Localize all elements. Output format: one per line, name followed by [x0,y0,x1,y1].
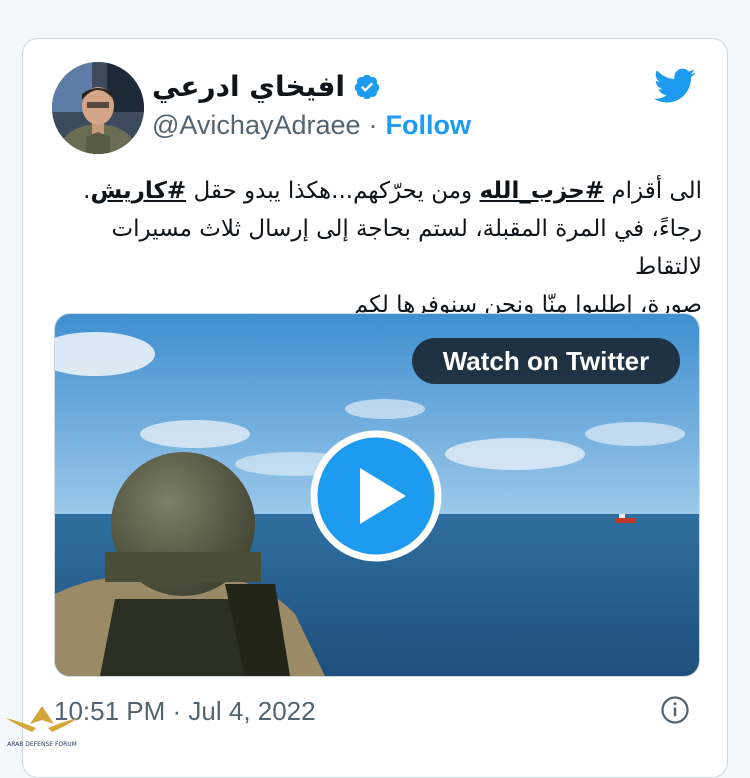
tweet-timestamp[interactable]: 10:51 PM · Jul 4, 2022 [54,696,316,727]
tweet-text-segment: ومن يحرّكهم...هكذا يبدو حقل [186,178,480,204]
author-handle[interactable]: @AvichayAdraee [152,110,361,141]
separator-dot: · [368,110,378,140]
tweet-text-segment: الى أقزام [604,178,702,204]
watch-on-twitter-button[interactable]: Watch on Twitter [412,338,680,384]
avatar-photo [52,62,144,154]
tweet-text: الى أقزام #حزب_الله ومن يحرّكهم...هكذا ي… [48,172,702,324]
twitter-bird-icon[interactable] [654,68,696,104]
info-icon[interactable] [660,695,690,725]
verified-badge-icon [354,74,380,99]
play-button-icon[interactable] [310,430,442,562]
author-name[interactable]: افيخاي ادرعي [152,70,345,103]
hashtag-karish[interactable]: #كاريش [90,178,186,204]
follow-button[interactable]: Follow [386,110,471,141]
forum-watermark-logo: ARAB DEFENSE FORUM [6,706,78,748]
tweet-line-2: رجاءً، في المرة المقبلة، لستم بحاجة إلى … [111,216,702,280]
tweet-line-1: الى أقزام #حزب_الله ومن يحرّكهم...هكذا ي… [48,172,702,210]
avatar[interactable] [52,62,144,154]
svg-text:ARAB DEFENSE FORUM: ARAB DEFENSE FORUM [7,741,77,748]
hashtag-hezbollah[interactable]: #حزب_الله [479,178,604,204]
